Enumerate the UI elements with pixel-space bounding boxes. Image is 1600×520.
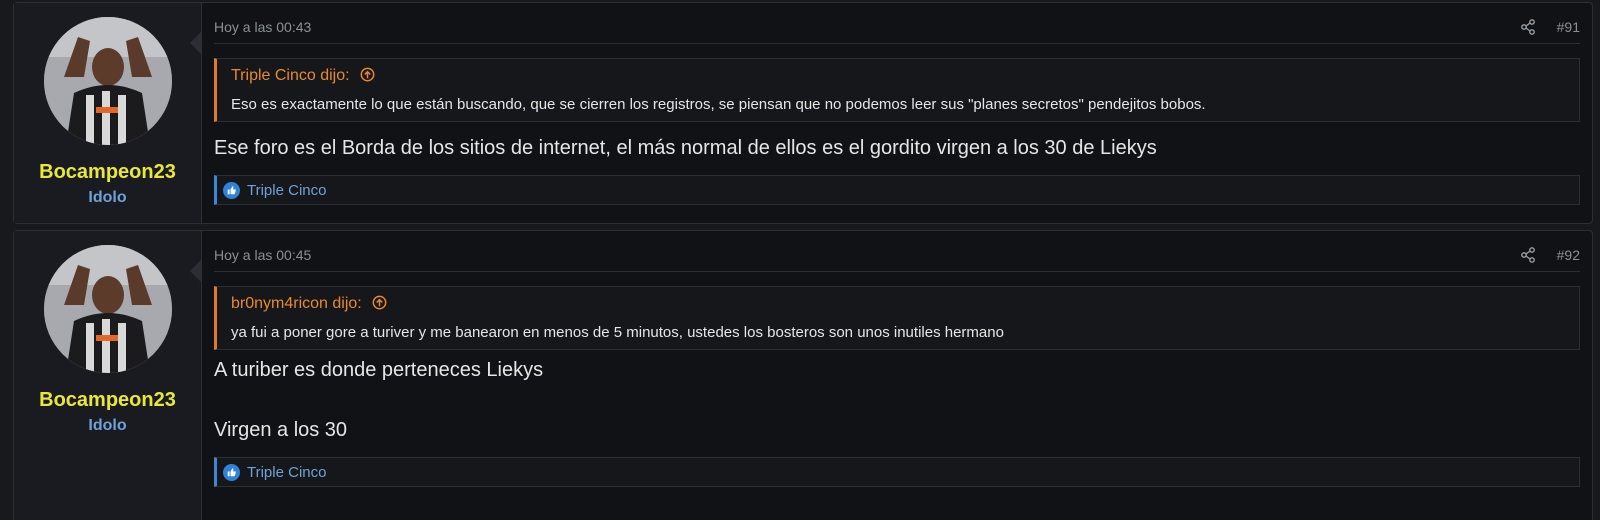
reaction-users[interactable]: Triple Cinco [247, 464, 326, 481]
arrow-up-circle-icon[interactable] [372, 295, 387, 310]
user-title: Idolo [88, 417, 127, 434]
username[interactable]: Bocampeon23 [14, 389, 201, 412]
quote-author[interactable]: br0nym4ricon dijo: [231, 295, 362, 312]
post-date[interactable]: Hoy a las 00:45 [214, 247, 311, 263]
post-main: Hoy a las 00:43 #91 Triple Cinco dijo: E… [214, 3, 1580, 223]
user-title: Idolo [88, 189, 127, 206]
forum-post: Bocampeon23 Idolo Hoy a las 00:45 #92 br… [13, 230, 1593, 520]
user-info: Bocampeon23 Idolo [14, 3, 202, 223]
post-meta: Hoy a las 00:45 #92 [214, 245, 1580, 272]
avatar[interactable] [44, 17, 172, 145]
like-icon [223, 182, 240, 199]
reaction-users[interactable]: Triple Cinco [247, 182, 326, 199]
post-number[interactable]: #92 [1557, 247, 1580, 263]
reactions-bar: Triple Cinco [214, 457, 1580, 487]
post-content: Virgen a los 30 [214, 419, 348, 441]
forum-post: Bocampeon23 Idolo Hoy a las 00:43 #91 Tr… [13, 2, 1593, 224]
username[interactable]: Bocampeon23 [14, 161, 201, 184]
avatar[interactable] [44, 245, 172, 373]
post-main: Hoy a las 00:45 #92 br0nym4ricon dijo: y… [214, 231, 1580, 520]
share-icon[interactable] [1520, 19, 1536, 35]
quote-title[interactable]: br0nym4ricon dijo: [231, 295, 387, 313]
quote-block: Triple Cinco dijo: Eso es exactamente lo… [214, 58, 1580, 122]
post-content: A turiber es donde perteneces Liekys [214, 359, 544, 381]
quote-author[interactable]: Triple Cinco dijo: [231, 67, 350, 84]
quote-body: Eso es exactamente lo que están buscando… [231, 96, 1206, 113]
quote-block: br0nym4ricon dijo: ya fui a poner gore a… [214, 286, 1580, 350]
post-number[interactable]: #91 [1557, 19, 1580, 35]
user-info: Bocampeon23 Idolo [14, 231, 202, 520]
like-icon [223, 464, 240, 481]
post-date[interactable]: Hoy a las 00:43 [214, 19, 311, 35]
quote-body: ya fui a poner gore a turiver y me banea… [231, 324, 1004, 341]
post-meta: Hoy a las 00:43 #91 [214, 17, 1580, 44]
post-content: Ese foro es el Borda de los sitios de in… [214, 137, 1157, 159]
share-icon[interactable] [1520, 247, 1536, 263]
reactions-bar: Triple Cinco [214, 175, 1580, 205]
quote-title[interactable]: Triple Cinco dijo: [231, 67, 375, 85]
arrow-up-circle-icon[interactable] [360, 67, 375, 82]
